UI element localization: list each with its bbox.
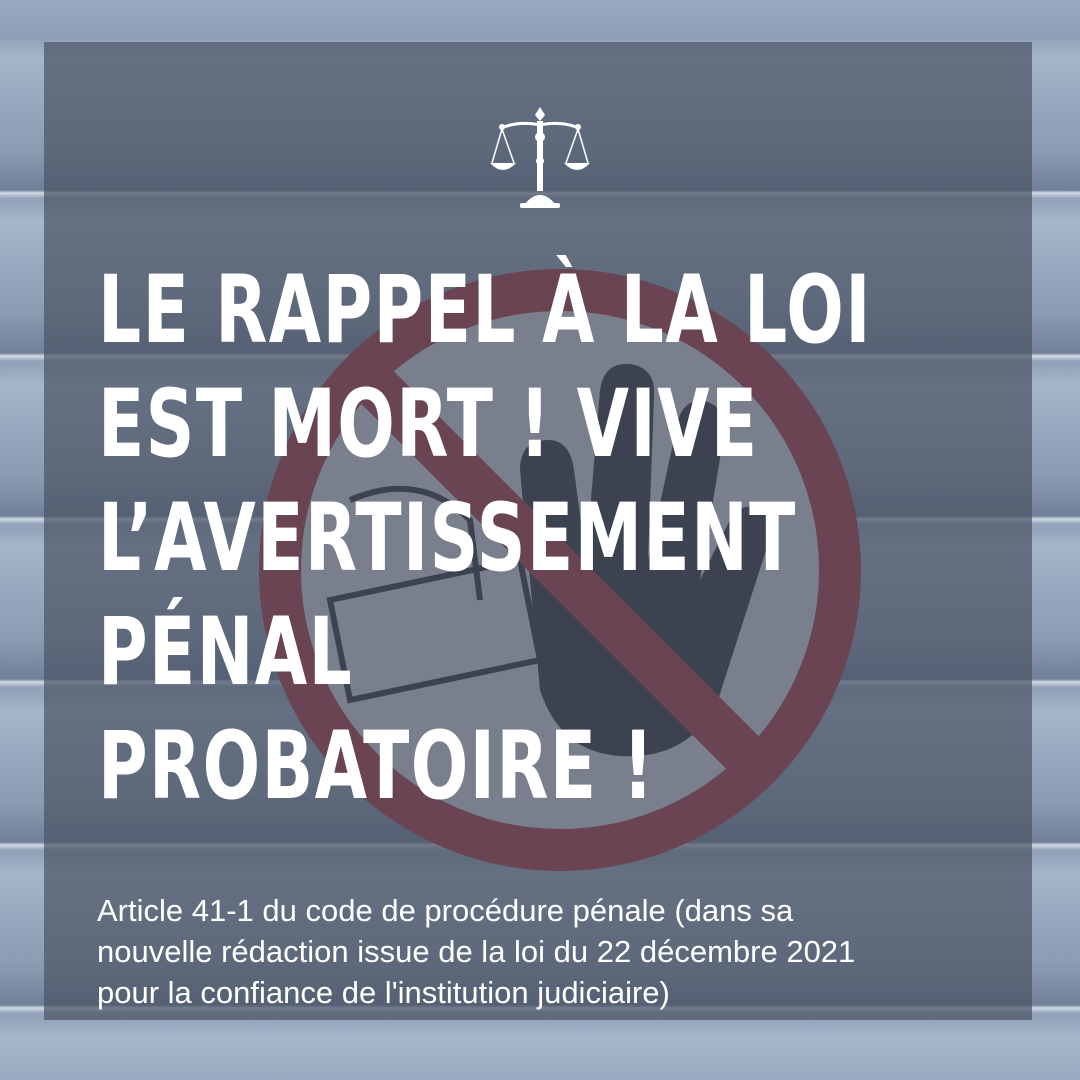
headline-line: EST MORT ! VIVE [98,370,759,479]
post-canvas: LE RAPPEL À LA LOI EST MORT ! VIVE L’AVE… [0,0,1080,1080]
headline: LE RAPPEL À LA LOI EST MORT ! VIVE L’AVE… [98,254,872,824]
legal-reference-caption: Article 41-1 du code de procédure pénale… [97,890,987,1013]
scales-of-justice-icon [490,107,590,208]
headline-line: L’AVERTISSEMENT [98,484,797,593]
caption-line: nouvelle rédaction issue de la loi du 22… [97,934,856,969]
caption-line: Article 41-1 du code de procédure pénale… [97,893,794,928]
headline-line: PÉNAL [98,598,354,707]
headline-line: PROBATOIRE ! [98,712,655,821]
headline-line: LE RAPPEL À LA LOI [98,256,872,365]
caption-line: pour la confiance de l'institution judic… [97,975,670,1010]
